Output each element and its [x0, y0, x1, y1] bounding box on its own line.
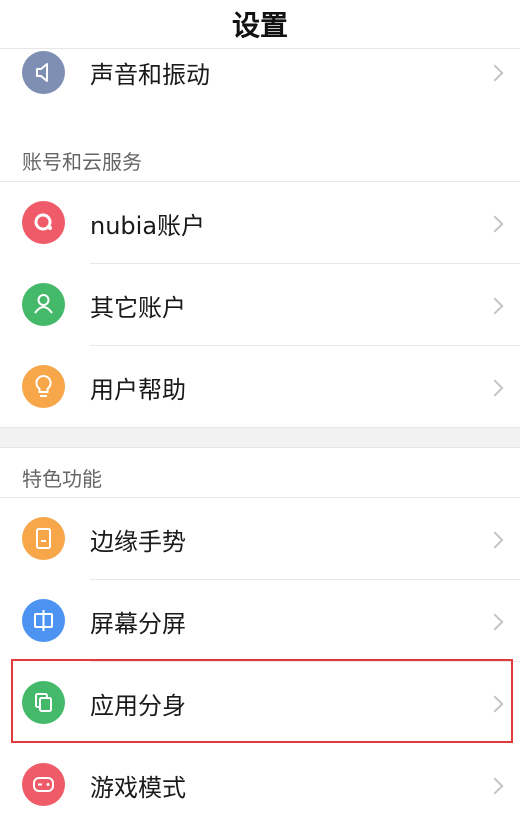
settings-item-edge-gesture[interactable]: 边缘手势	[0, 498, 520, 578]
edge-icon	[22, 517, 65, 560]
chevron-right-icon	[486, 613, 504, 631]
settings-item-game-mode[interactable]: 游戏模式	[0, 744, 520, 824]
settings-item-label: 屏幕分屏	[90, 610, 186, 638]
settings-item-label: 用户帮助	[90, 376, 186, 404]
chevron-right-icon	[486, 215, 504, 233]
settings-item-label: 声音和振动	[90, 61, 210, 89]
settings-item-split-screen[interactable]: 屏幕分屏	[0, 580, 520, 660]
settings-item-label: 边缘手势	[90, 528, 186, 556]
nubia-icon	[22, 201, 65, 244]
gamepad-icon	[22, 763, 65, 806]
page-title: 设置	[231, 9, 288, 42]
section-header-features: 特色功能	[0, 448, 520, 498]
settings-item-help[interactable]: 用户帮助	[0, 346, 520, 426]
chevron-right-icon	[486, 777, 504, 795]
highlight-box	[11, 659, 513, 743]
chevron-right-icon	[486, 297, 504, 315]
section-title: 特色功能	[22, 467, 102, 491]
top-bar: 设置	[0, 0, 520, 49]
settings-item-label: nubia账户	[90, 212, 206, 240]
speaker-icon	[22, 51, 65, 94]
bulb-icon	[22, 365, 65, 408]
settings-item-label: 其它账户	[90, 294, 186, 322]
settings-item-other-accounts[interactable]: 其它账户	[0, 264, 520, 344]
settings-item-nubia-account[interactable]: nubia账户	[0, 182, 520, 262]
section-spacer	[0, 428, 520, 448]
section-title: 账号和云服务	[22, 150, 142, 174]
settings-item-label: 游戏模式	[90, 774, 186, 802]
chevron-right-icon	[486, 379, 504, 397]
section-header-account: 账号和云服务	[0, 112, 520, 182]
split-icon	[22, 599, 65, 642]
chevron-right-icon	[486, 531, 504, 549]
chevron-right-icon	[486, 64, 504, 82]
person-icon	[22, 283, 65, 326]
